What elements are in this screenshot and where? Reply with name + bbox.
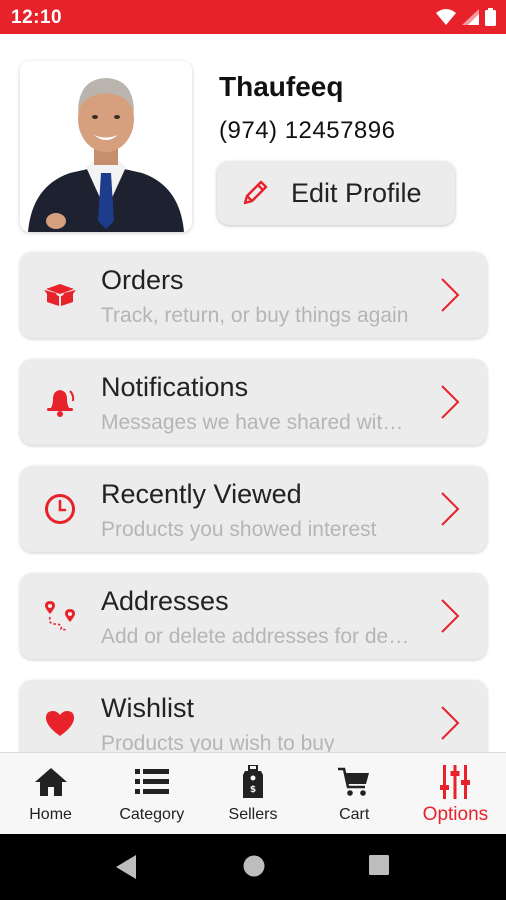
recents-icon[interactable] bbox=[369, 855, 389, 875]
edit-profile-button[interactable]: Edit Profile bbox=[217, 161, 455, 225]
bell-icon bbox=[42, 384, 78, 420]
chevron-right-icon bbox=[441, 385, 460, 419]
system-nav-bar bbox=[0, 834, 506, 900]
nav-label: Category bbox=[119, 806, 185, 823]
bottom-nav: Home Category $ Sellers Cart Options bbox=[0, 752, 506, 834]
svg-text:$: $ bbox=[250, 785, 256, 795]
nav-item-sellers[interactable]: $ Sellers bbox=[202, 753, 303, 834]
battery-icon bbox=[485, 8, 496, 26]
cart-icon bbox=[338, 765, 370, 799]
avatar[interactable] bbox=[20, 61, 192, 232]
menu-item-subtitle: Messages we have shared with you bbox=[101, 411, 411, 434]
nav-label: Home bbox=[29, 806, 72, 823]
status-time: 12:10 bbox=[11, 7, 63, 28]
menu-item-title: Notifications bbox=[101, 372, 249, 402]
nav-item-home[interactable]: Home bbox=[0, 753, 101, 834]
chevron-right-icon bbox=[441, 278, 460, 312]
heart-icon bbox=[42, 705, 78, 741]
menu-item-notifications[interactable]: Notifications Messages we have shared wi… bbox=[20, 359, 487, 445]
box-icon bbox=[42, 277, 78, 313]
home-icon bbox=[34, 765, 68, 799]
sliders-icon bbox=[440, 765, 471, 799]
nav-item-options[interactable]: Options bbox=[405, 753, 506, 834]
profile-screen: 12:10 Thaufeeq (974) 12457896 Edit Profi… bbox=[0, 0, 506, 900]
nav-label: Cart bbox=[339, 806, 370, 823]
edit-profile-label: Edit Profile bbox=[291, 177, 422, 208]
menu-item-subtitle: Add or delete addresses for delivery bbox=[101, 625, 411, 648]
nav-item-cart[interactable]: Cart bbox=[304, 753, 405, 834]
profile-photo bbox=[20, 61, 192, 232]
pencil-icon bbox=[239, 177, 271, 209]
profile-phone: (974) 12457896 bbox=[219, 117, 396, 144]
account-menu: Orders Track, return, or buy things agai… bbox=[20, 252, 487, 787]
status-bar: 12:10 bbox=[0, 0, 506, 34]
menu-item-subtitle: Track, return, or buy things again bbox=[101, 304, 409, 327]
nav-item-category[interactable]: Category bbox=[101, 753, 202, 834]
chevron-right-icon bbox=[441, 599, 460, 633]
menu-item-recently-viewed[interactable]: Recently Viewed Products you showed inte… bbox=[20, 466, 487, 552]
back-icon[interactable] bbox=[116, 855, 136, 879]
nav-label: Options bbox=[422, 804, 489, 825]
chevron-right-icon bbox=[441, 706, 460, 740]
home-circle-icon[interactable] bbox=[243, 855, 265, 877]
menu-item-subtitle: Products you showed interest bbox=[101, 518, 377, 541]
menu-item-title: Wishlist bbox=[101, 693, 194, 723]
wifi-icon bbox=[436, 9, 456, 25]
tag-icon: $ bbox=[242, 765, 264, 799]
menu-item-orders[interactable]: Orders Track, return, or buy things agai… bbox=[20, 252, 487, 338]
list-icon bbox=[134, 765, 169, 799]
menu-item-title: Orders bbox=[101, 265, 184, 295]
nav-label: Sellers bbox=[228, 806, 278, 823]
menu-item-title: Recently Viewed bbox=[101, 479, 302, 509]
route-pin-icon bbox=[42, 598, 78, 634]
profile-name: Thaufeeq bbox=[219, 71, 344, 102]
status-icons bbox=[436, 8, 496, 26]
signal-icon bbox=[462, 9, 479, 25]
menu-item-title: Addresses bbox=[101, 586, 229, 616]
menu-item-addresses[interactable]: Addresses Add or delete addresses for de… bbox=[20, 573, 487, 659]
clock-icon bbox=[42, 491, 78, 527]
chevron-right-icon bbox=[441, 492, 460, 526]
